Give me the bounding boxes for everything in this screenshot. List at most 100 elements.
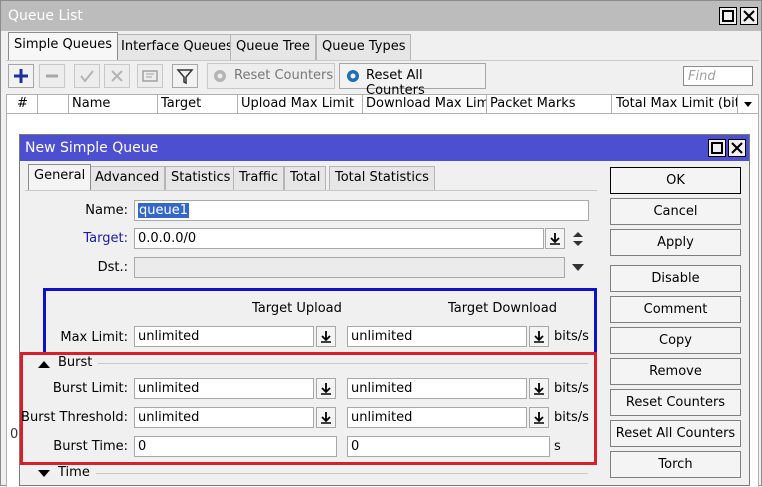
dialog-close-button[interactable] [728, 139, 746, 157]
maximize-button[interactable] [719, 7, 737, 25]
burst-section-divider [98, 363, 588, 364]
dialog-tab-general[interactable]: General [28, 164, 92, 190]
tab-queue-tree[interactable]: Queue Tree [230, 34, 316, 60]
reset-counters-label: Reset Counters [234, 68, 334, 83]
max-limit-upload-value: unlimited [138, 329, 200, 344]
target-add-remove-button[interactable] [571, 230, 587, 246]
up-down-arrows-icon [573, 232, 583, 246]
burst-limit-download-dropdown[interactable] [529, 378, 549, 399]
name-field[interactable]: queue1 [134, 200, 589, 221]
column-header-name[interactable]: Name [69, 95, 158, 113]
reset-counters-button[interactable]: Reset Counters [610, 389, 741, 416]
cross-icon [111, 70, 123, 82]
burst-time-upload-field[interactable]: 0 [134, 436, 337, 457]
reset-icon [214, 70, 226, 82]
torch-button[interactable]: Torch [610, 451, 741, 478]
dropdown-arrow-icon [321, 383, 331, 395]
reset-all-counters-button[interactable]: Reset All Counters [339, 63, 486, 98]
note-icon [142, 70, 158, 82]
time-section-toggle[interactable]: Time [34, 465, 104, 481]
target-upload-heading: Target Upload [252, 301, 342, 316]
comment-button[interactable]: Comment [610, 296, 741, 323]
burst-time-download-value: 0 [351, 439, 360, 454]
burst-time-unit: s [554, 439, 561, 454]
max-limit-upload-dropdown[interactable] [316, 326, 336, 347]
column-header-total-max-limit[interactable]: Total Max Limit (bit... [612, 95, 738, 113]
window-title: Queue List [8, 8, 83, 24]
tab-interface-queues[interactable]: Interface Queues [115, 34, 239, 60]
enable-button[interactable] [74, 64, 100, 88]
cancel-button[interactable]: Cancel [610, 198, 741, 225]
burst-section-label: Burst [58, 355, 93, 370]
column-chooser-button[interactable] [738, 95, 758, 113]
close-icon [743, 10, 755, 22]
remove-button[interactable]: Remove [610, 358, 741, 385]
burst-limit-upload-field[interactable]: unlimited [134, 378, 314, 399]
column-header-packet-marks[interactable]: Packet Marks [487, 95, 612, 113]
time-section-divider [96, 473, 588, 474]
column-header-flags[interactable] [38, 95, 69, 113]
burst-threshold-download-field[interactable]: unlimited [347, 407, 527, 428]
burst-limit-download-field[interactable]: unlimited [347, 378, 527, 399]
burst-limit-label: Burst Limit: [52, 381, 128, 396]
dropdown-arrow-icon [321, 412, 331, 424]
burst-threshold-upload-field[interactable]: unlimited [134, 407, 314, 428]
column-header-upload-max-limit[interactable]: Upload Max Limit [238, 95, 363, 113]
list-peek-text: 0 [10, 427, 19, 442]
reset-counters-button[interactable]: Reset Counters [207, 63, 335, 89]
triangle-down-icon [38, 470, 50, 477]
ok-button[interactable]: OK [610, 167, 741, 194]
max-limit-download-dropdown[interactable] [529, 326, 549, 347]
burst-threshold-upload-dropdown[interactable] [316, 407, 336, 428]
apply-button[interactable]: Apply [610, 229, 741, 256]
find-input[interactable] [683, 66, 753, 86]
dialog-tab-total-statistics[interactable]: Total Statistics [329, 166, 435, 190]
dialog-tab-divider [25, 190, 597, 191]
remove-button[interactable] [39, 64, 65, 88]
burst-threshold-label: Burst Threshold: [21, 410, 128, 425]
dialog-tab-statistics[interactable]: Statistics [165, 166, 237, 190]
dialog-tab-advanced[interactable]: Advanced [89, 166, 166, 190]
chevron-down-icon [572, 264, 584, 271]
burst-time-download-field[interactable]: 0 [347, 436, 550, 457]
time-section-label: Time [58, 465, 90, 480]
reset-all-counters-button[interactable]: Reset All Counters [610, 420, 741, 447]
disable-button[interactable] [104, 64, 130, 88]
burst-limit-upload-dropdown[interactable] [316, 378, 336, 399]
column-header-number[interactable]: # [7, 95, 38, 113]
copy-button[interactable]: Copy [610, 327, 741, 354]
max-limit-download-field[interactable]: unlimited [347, 326, 527, 347]
dst-field[interactable] [134, 257, 565, 278]
minus-icon [46, 74, 58, 78]
dialog-tab-traffic[interactable]: Traffic [233, 166, 285, 190]
dropdown-arrow-icon [534, 412, 544, 424]
target-label[interactable]: Target: [60, 231, 128, 246]
comment-button[interactable] [137, 64, 163, 88]
max-limit-upload-field[interactable]: unlimited [134, 326, 314, 347]
filter-button[interactable] [172, 64, 198, 88]
burst-threshold-download-dropdown[interactable] [529, 407, 549, 428]
burst-time-upload-value: 0 [138, 439, 147, 454]
column-header-download-max-limit[interactable]: Download Max Limit [363, 95, 487, 113]
burst-limit-unit: bits/s [554, 381, 589, 396]
disable-button[interactable]: Disable [610, 265, 741, 292]
add-button[interactable] [8, 64, 34, 88]
burst-threshold-upload-value: unlimited [138, 410, 200, 425]
max-limit-unit: bits/s [554, 329, 589, 344]
burst-section-toggle[interactable]: Burst [34, 355, 94, 371]
name-value: queue1 [138, 203, 189, 218]
tab-queue-types[interactable]: Queue Types [316, 34, 412, 60]
dialog-maximize-button[interactable] [708, 139, 726, 157]
dropdown-arrow-icon [550, 233, 560, 245]
queue-list-title-bar[interactable]: Queue List [1, 1, 761, 31]
target-download-heading: Target Download [448, 301, 557, 316]
name-label: Name: [85, 203, 128, 218]
dialog-title-bar[interactable]: New Simple Queue [20, 135, 749, 161]
close-button[interactable] [740, 7, 758, 25]
target-dropdown-button[interactable] [545, 228, 565, 249]
tab-simple-queues[interactable]: Simple Queues [8, 32, 119, 60]
target-field[interactable]: 0.0.0.0/0 [134, 228, 544, 249]
dialog-tab-total[interactable]: Total [284, 166, 327, 190]
column-header-target[interactable]: Target [158, 95, 238, 113]
dst-expand-button[interactable] [571, 260, 587, 276]
